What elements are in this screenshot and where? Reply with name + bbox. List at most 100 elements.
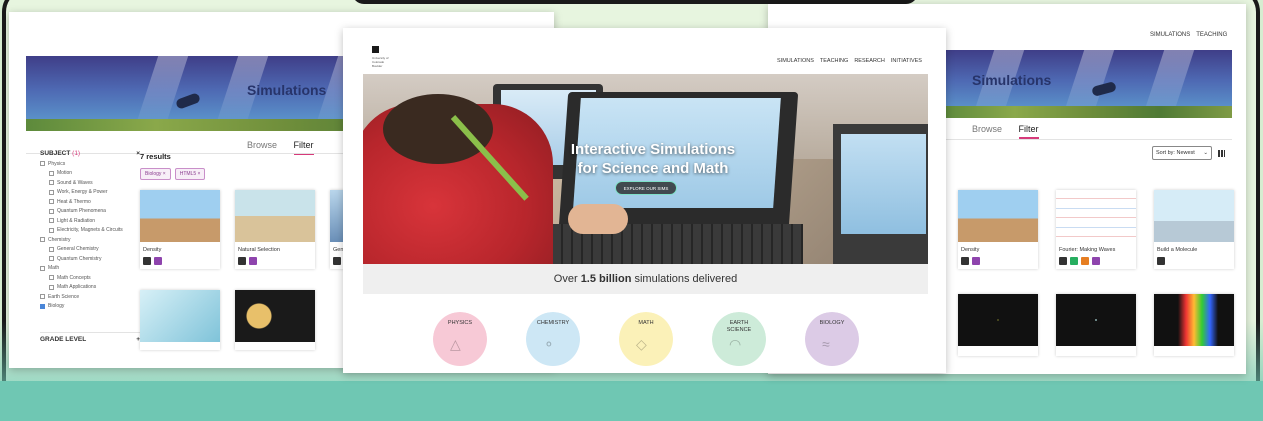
subject-math[interactable]: MATH ◇ [619,312,673,366]
tab-browse[interactable]: Browse [972,124,1002,134]
checkbox[interactable] [49,246,54,252]
subject-biology[interactable]: BIOLOGY ≈ [805,312,859,366]
seaweed-illustration [942,106,1232,118]
tab-filter[interactable]: Filter [1018,124,1039,139]
hero-photo: Interactive Simulations for Science and … [363,74,928,264]
sim-card-density[interactable]: Density [958,190,1038,269]
sim-card[interactable] [1154,294,1234,356]
sim-thumbnail [1154,294,1234,346]
mockup-scene: Simulations Browse Filter SUBJECT (1) × … [0,0,1263,421]
laptop-screen [841,134,926,234]
filter-option[interactable]: Biology [40,303,140,309]
nav-simulations[interactable]: SIMULATIONS [777,58,814,64]
checkbox[interactable] [49,218,54,223]
subject-label: EARTH SCIENCE [726,320,752,333]
filter-option[interactable]: Quantum Chemistry [49,256,140,262]
banner-title: Simulations [972,72,1052,88]
filter-option-label: Light & Radiation [57,217,96,224]
tab-browse[interactable]: Browse [247,140,277,150]
sim-card[interactable] [140,290,220,350]
platform-badge-icon [154,257,162,265]
sim-card[interactable] [235,290,315,350]
filter-option[interactable]: Work, Energy & Power [49,189,140,195]
checkbox[interactable] [49,227,54,233]
chip-biology[interactable]: Biology × [140,168,171,180]
browse-filter-tabs: Browse Filter [247,140,328,155]
sim-card-fourier[interactable]: Fourier: Making Waves [1056,190,1136,269]
filter-option[interactable]: Light & Radiation [49,218,140,224]
filter-option[interactable]: Heat & Thermo [49,199,140,205]
hero-title-line1: Interactive Simulations [570,141,736,158]
checkbox[interactable] [49,284,54,290]
sim-thumbnail [958,190,1038,242]
checkbox[interactable] [49,170,54,176]
sort-value: Sort by: Newest [1156,150,1195,156]
sort-select[interactable]: Sort by: Newest ⌄ [1152,146,1212,160]
checkbox[interactable] [40,265,45,271]
filter-option[interactable]: Chemistry [40,237,140,243]
sim-title: Density [143,247,162,253]
checkbox[interactable] [40,237,45,242]
browse-filter-tabs: Browse Filter [972,124,1053,139]
checkbox[interactable] [40,303,45,309]
filter-option[interactable]: Electricity, Magnets & Circuits [49,227,140,233]
filter-option[interactable]: Motion [49,170,140,176]
sim-card-build-a-molecule[interactable]: Build a Molecule [1154,190,1234,269]
checkbox[interactable] [49,208,54,214]
nav-research[interactable]: RESEARCH [854,58,885,64]
filter-option[interactable]: Math [40,265,140,271]
results-count: 7 results [140,152,171,161]
filter-option-label: Chemistry [48,236,71,243]
filter-option[interactable]: Math Concepts [49,275,140,281]
subject-label: BIOLOGY [819,320,845,326]
html5-badge-icon [1059,257,1067,265]
subject-label: PHYSICS [447,320,473,326]
nav-initiatives[interactable]: INITIATIVES [891,58,922,64]
sim-thumbnail [1056,190,1136,242]
sim-card[interactable] [958,294,1038,356]
sim-thumbnail [1056,294,1136,346]
sim-card[interactable] [1056,294,1136,356]
filter-option[interactable]: Math Applications [49,284,140,290]
checkbox[interactable] [49,275,54,280]
grid-view-icon[interactable] [1218,150,1225,157]
sim-card-density[interactable]: Density [140,190,220,269]
sim-title: Build a Molecule [1157,247,1198,253]
explore-sims-button[interactable]: EXPLORE OUR SIMS [615,181,677,195]
filter-option[interactable]: Earth Science [40,294,140,300]
filter-option[interactable]: Physics [40,161,140,167]
filter-option[interactable]: Sound & Waves [49,180,140,186]
html5-badge-icon [1157,257,1165,265]
checkbox[interactable] [49,189,54,195]
html5-badge-icon [333,257,341,265]
dna-icon: ≈ [822,336,830,352]
grade-level-filter-header[interactable]: GRADE LEVEL + [40,336,140,343]
checkbox[interactable] [49,180,54,185]
hero-title: Interactive Simulations for Science and … [503,140,803,178]
subject-filter-header[interactable]: SUBJECT (1) × [40,150,140,157]
html5-badge-icon [961,257,969,265]
filter-divider [40,332,140,333]
filter-option[interactable]: General Chemistry [49,246,140,252]
filter-option[interactable]: Quantum Phenomena [49,208,140,214]
checkbox[interactable] [40,161,45,166]
filter-option-label: Quantum Phenomena [57,208,106,214]
filter-option-label: Biology [48,303,65,309]
subject-earth-science[interactable]: EARTH SCIENCE ◠ [712,312,766,366]
filter-option-label: Quantum Chemistry [57,255,102,262]
shapes-icon: ◇ [636,336,647,352]
chip-html5[interactable]: HTML5 × [174,168,206,180]
banner-title: Simulations [247,82,327,98]
filter-option-label: Sound & Waves [57,179,93,186]
checkbox[interactable] [49,199,54,204]
checkbox[interactable] [40,294,45,299]
nav-teaching[interactable]: TEACHING [820,58,848,64]
nav-teaching[interactable]: TEACHING [1196,32,1227,38]
checkbox[interactable] [49,256,54,261]
logo-text: University of Colorado Boulder [372,56,389,68]
sim-card-natural-selection[interactable]: Natural Selection [235,190,315,269]
subject-chemistry[interactable]: CHEMISTRY ⚬ [526,312,580,366]
sim-title: Density [961,247,980,253]
subject-physics[interactable]: PHYSICS △ [433,312,487,366]
nav-simulations[interactable]: SIMULATIONS [1150,32,1190,38]
